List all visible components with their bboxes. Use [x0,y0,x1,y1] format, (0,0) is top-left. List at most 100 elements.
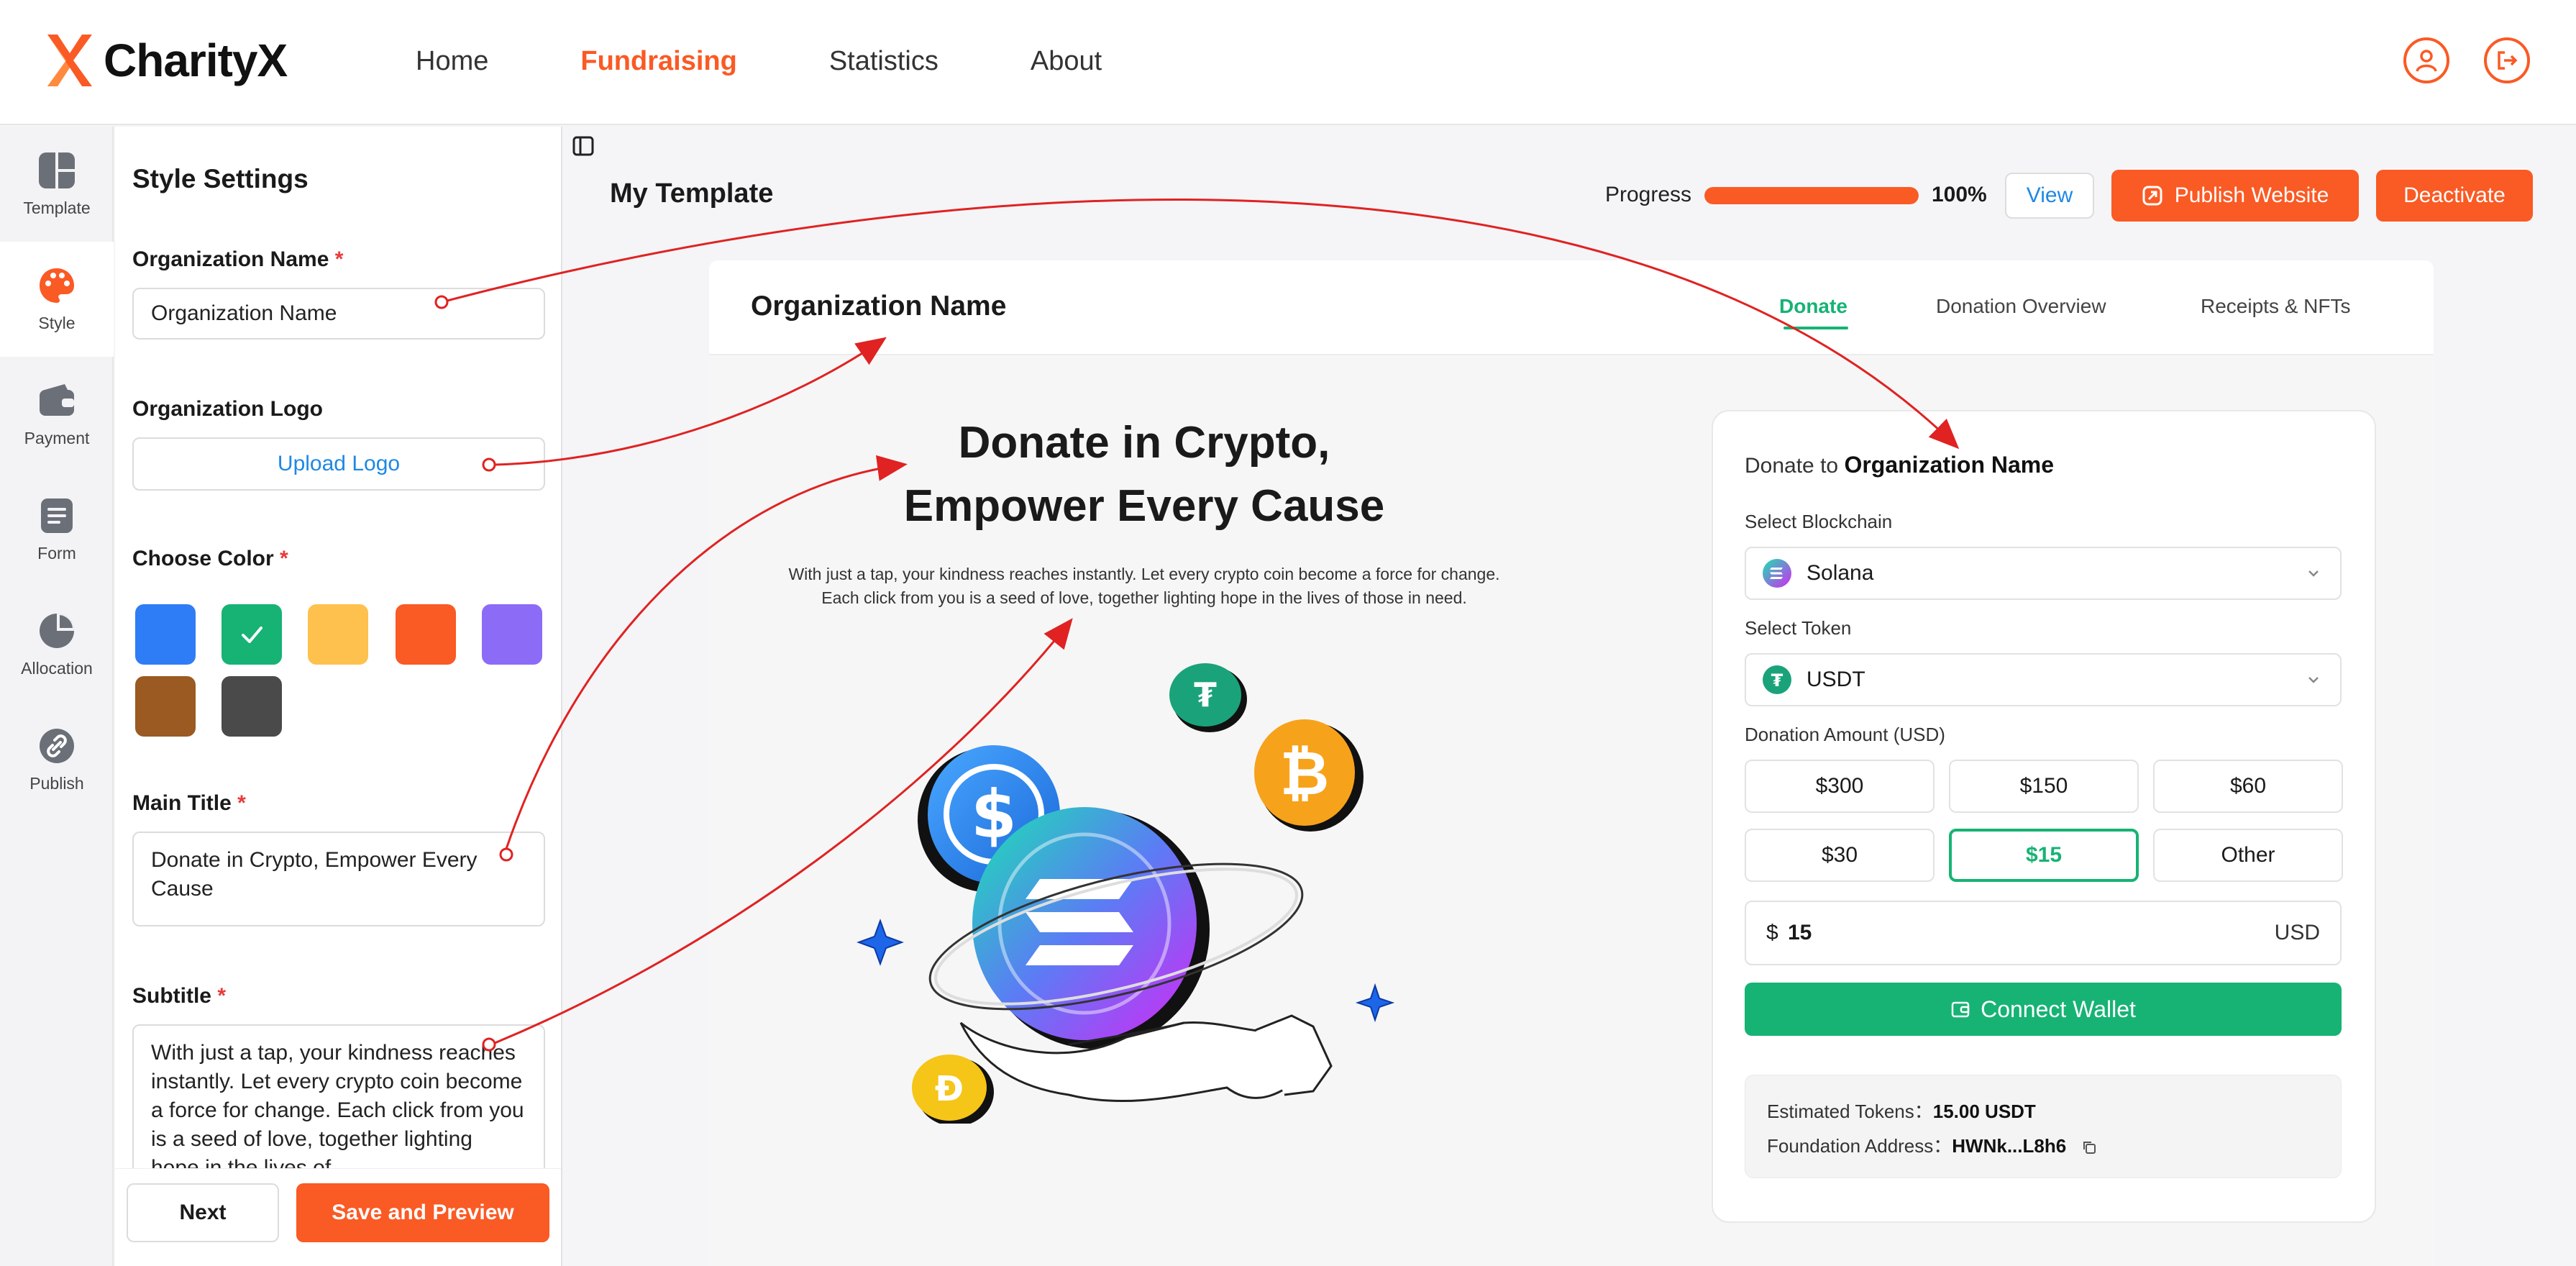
chevron-down-icon [2308,570,2319,577]
main-title-input[interactable]: Donate in Crypto, Empower Every Cause [132,832,545,926]
main-title-label: Main Title * [132,791,246,815]
amount-input[interactable]: $ 15 USD [1745,901,2342,965]
color-swatch-gray[interactable] [221,676,282,737]
style-settings-panel: Style Settings Organization Name * Organ… [115,127,562,1266]
select-blockchain-label: Select Blockchain [1745,511,1893,532]
next-button[interactable]: Next [127,1183,279,1242]
svg-text:₿: ₿ [1280,738,1329,809]
rail-item-payment[interactable]: Payment [0,357,114,472]
select-token-label: Select Token [1745,617,1852,639]
site-tab-receipts-nfts[interactable]: Receipts & NFTs [2201,295,2351,318]
svg-text:₮: ₮ [1771,670,1783,691]
user-icon[interactable] [2403,37,2449,83]
rail-label: Allocation [21,659,93,678]
chevron-down-icon [2308,677,2319,683]
color-swatch-orange[interactable] [396,604,456,665]
choose-color-label: Choose Color * [132,547,288,570]
site-tab-donate[interactable]: Donate [1779,295,1847,318]
amount-option-300[interactable]: $300 [1745,760,1935,813]
amount-option-150[interactable]: $150 [1949,760,2139,813]
donate-card-title: Donate to Organization Name [1745,452,2055,478]
token-select[interactable]: ₮ USDT [1745,653,2342,706]
progress-fill [1704,187,1919,204]
top-navbar: CharityX Home Fundraising Statistics Abo… [0,0,2576,125]
charityx-logo-icon [47,35,92,86]
main-nav: Home Fundraising Statistics About [416,43,1194,79]
brand-name: CharityX [104,35,288,86]
rail-item-template[interactable]: Template [0,127,114,242]
subtitle-label: Subtitle * [132,984,227,1008]
org-name-input[interactable]: Organization Name [132,288,545,340]
rail-item-form[interactable]: Form [0,472,114,587]
donate-card: Donate to Organization Name Select Block… [1712,410,2376,1223]
amount-option-60[interactable]: $60 [2153,760,2343,813]
nav-home[interactable]: Home [416,43,488,79]
amount-option-30[interactable]: $30 [1745,829,1935,882]
template-title: My Template [610,178,774,209]
color-swatch-purple[interactable] [482,604,542,665]
rail-label: Style [38,314,76,332]
amount-option-15[interactable]: $15 [1949,829,2139,882]
publish-website-button[interactable]: Publish Website [2111,170,2359,222]
svg-text:₮: ₮ [1194,675,1217,714]
color-swatch-brown[interactable] [135,676,196,737]
sidebar-toggle-icon[interactable] [572,135,594,157]
nav-statistics[interactable]: Statistics [829,43,938,79]
color-swatch-yellow[interactable] [308,604,368,665]
color-swatch-blue[interactable] [135,604,196,665]
progress-bar [1704,187,1919,204]
site-org-name: Organization Name [751,291,1007,322]
upload-logo-button[interactable]: Upload Logo [132,437,545,491]
left-rail: Template Style Payment Form Allocation P… [0,127,114,1266]
rail-label: Payment [24,429,90,447]
logout-icon[interactable] [2484,37,2530,83]
org-logo-label: Organization Logo [132,397,323,421]
active-tab-indicator [1783,327,1848,329]
website-preview: Organization Name Donate Donation Overvi… [709,260,2434,1266]
brand[interactable]: CharityX [45,32,288,89]
blockchain-select[interactable]: Solana [1745,547,2342,600]
check-icon [242,627,262,643]
progress-label: Progress [1605,183,1692,206]
view-button[interactable]: View [2005,173,2094,219]
amount-option-other[interactable]: Other [2153,829,2343,882]
pie-chart-icon [40,614,74,648]
form-icon [41,498,73,533]
nav-fundraising[interactable]: Fundraising [580,43,736,79]
donation-amount-label: Donation Amount (USD) [1745,724,1945,745]
nav-about[interactable]: About [1031,43,1102,79]
rail-item-publish[interactable]: Publish [0,702,114,817]
site-tab-donation-overview[interactable]: Donation Overview [1936,295,2106,318]
org-name-label: Organization Name * [132,247,344,271]
rail-item-allocation[interactable]: Allocation [0,587,114,702]
copy-icon[interactable] [2081,1139,2097,1155]
usdt-icon: ₮ [1763,665,1791,694]
wallet-icon [1951,1001,1970,1018]
publish-website-label: Publish Website [2174,183,2329,207]
save-and-preview-button[interactable]: Save and Preview [296,1183,549,1242]
settings-footer: Next Save and Preview [115,1168,561,1266]
rail-label: Form [37,544,76,563]
blockchain-value: Solana [1807,561,1874,585]
hero-subtitle: With just a tap, your kindness reaches i… [788,565,1500,607]
wallet-icon [40,384,74,416]
color-swatch-green[interactable] [221,604,282,665]
rail-item-style[interactable]: Style [0,242,114,357]
token-value: USDT [1807,668,1865,691]
rail-label: Template [23,199,91,217]
rail-label: Publish [29,774,84,793]
template-icon [39,152,75,188]
foundation-address: Foundation Address：HWNk...L8h6 [1767,1131,2097,1158]
estimate-box: Estimated Tokens：15.00 USDT Foundation A… [1745,1075,2342,1178]
link-icon [40,729,74,763]
estimated-tokens: Estimated Tokens：15.00 USDT [1767,1101,2036,1122]
site-header: Organization Name Donate Donation Overvi… [709,260,2434,355]
connect-wallet-button[interactable]: Connect Wallet [1745,983,2342,1036]
amount-value: 15 [1788,921,1812,944]
deactivate-button[interactable]: Deactivate [2376,170,2533,222]
hero-title: Donate in Crypto, Empower Every Cause [903,418,1385,531]
currency-symbol: $ [1766,921,1778,944]
publish-icon [2142,186,2162,206]
solana-icon [1763,559,1791,588]
palette-icon [40,268,74,303]
